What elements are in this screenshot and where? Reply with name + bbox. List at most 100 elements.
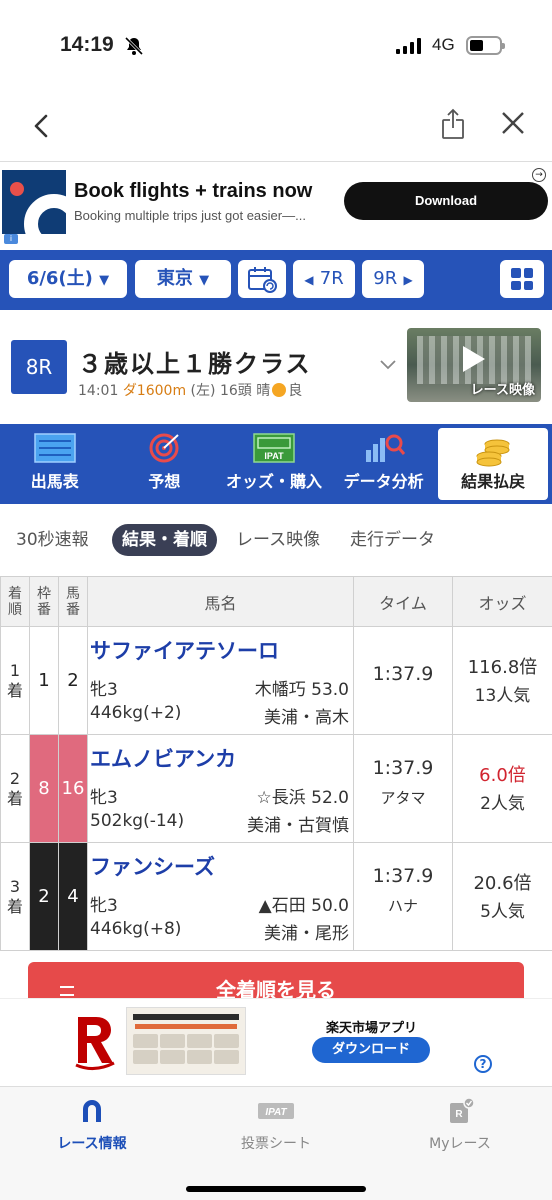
nav-label: 投票シート xyxy=(241,1136,311,1152)
ad-logo xyxy=(2,170,66,234)
network-label: 4G xyxy=(432,35,455,54)
popularity-value: 5人気 xyxy=(480,902,525,922)
close-icon[interactable] xyxy=(500,110,526,136)
target-icon xyxy=(149,433,180,463)
rank-cell: 3着 xyxy=(0,842,30,951)
race-direction: (左) xyxy=(190,383,216,399)
finish-margin: アタマ xyxy=(380,789,426,807)
horse-jockey-weight: 木幡巧 53.0 xyxy=(254,680,349,700)
date-label: 6/6(土) xyxy=(26,268,93,289)
caret-down-icon: ▼ xyxy=(99,273,110,288)
nav-label: Myレース xyxy=(429,1136,491,1152)
tab-prediction[interactable]: 予想 xyxy=(110,424,220,504)
popularity-value: 13人気 xyxy=(474,686,531,706)
horse-trainer: 美浦・古賀慎 xyxy=(247,816,349,836)
frame-cell: 2 xyxy=(29,842,59,951)
horse-name-link[interactable]: ファンシーズ xyxy=(90,851,215,881)
finish-time: 1:37.9 xyxy=(372,663,434,685)
finish-margin: ハナ xyxy=(387,897,418,915)
status-time: 14:19 xyxy=(60,33,114,56)
header-rank: 着順 xyxy=(0,576,30,627)
nav-label: レース情報 xyxy=(57,1136,127,1152)
nav-bet-sheet[interactable]: IPAT 投票シート xyxy=(206,1097,346,1153)
subtab-quick-report[interactable]: 30秒速報 xyxy=(16,524,89,556)
nav-race-info[interactable]: レース情報 xyxy=(22,1097,162,1153)
prev-arrow-icon: ◀ xyxy=(304,273,314,287)
horseshoe-icon xyxy=(83,1100,101,1122)
rakuten-logo xyxy=(75,1017,115,1070)
horse-trainer: 美浦・高木 xyxy=(264,708,349,728)
horse-name-link[interactable]: エムノビアンカ xyxy=(90,743,236,773)
race-distance: ダ1600m xyxy=(122,383,187,399)
table-header-row: 着順 枠番 馬番 馬名 タイム オッズ xyxy=(0,576,552,627)
calendar-button[interactable] xyxy=(238,260,286,298)
status-bar: 14:19 4G xyxy=(0,0,552,90)
date-selector[interactable]: 6/6(土) ▼ xyxy=(9,260,127,298)
rank-suffix: 着 xyxy=(6,897,23,916)
header-char: 枠 xyxy=(37,585,51,602)
venue-selector[interactable]: 東京 ▼ xyxy=(135,260,231,298)
svg-text:R: R xyxy=(455,1109,463,1120)
rank-digit: 3 xyxy=(9,877,21,896)
venue-label: 東京 xyxy=(156,268,193,289)
caret-down-icon: ▼ xyxy=(199,273,210,288)
nav-my-race[interactable]: R Myレース xyxy=(390,1097,530,1153)
bottom-ad-banner[interactable]: 楽天市場アプリ ダウンロード ? xyxy=(0,998,552,1086)
signal-icon xyxy=(396,38,421,54)
race-header: 8R ３歳以上１勝クラス 14:01 ダ1600m (左) 16頭 晴 良 レース… xyxy=(0,318,552,418)
grid-icon xyxy=(511,268,533,290)
table-row: 3着 2 4 ファンシーズ 牝3 ▲石田 50.0 446kg(+8) 美浦・尾… xyxy=(0,842,552,951)
sub-tabs: 30秒速報 結果・着順 レース映像 走行データ xyxy=(0,520,552,560)
number-cell: 4 xyxy=(58,842,88,951)
ad-app-download-button[interactable]: ダウンロード xyxy=(312,1037,430,1063)
prev-race-button[interactable]: ◀ 7R xyxy=(293,260,355,298)
header-frame: 枠番 xyxy=(29,576,59,627)
rank-cell: 2着 xyxy=(0,734,30,843)
horse-name-link[interactable]: サファイアテソーロ xyxy=(90,635,279,665)
horse-trainer: 美浦・尾形 xyxy=(264,924,349,944)
tab-race-card[interactable]: 出馬表 xyxy=(0,424,110,504)
battery-icon xyxy=(466,36,505,55)
coins-icon xyxy=(476,439,510,467)
table-row: 1着 1 2 サファイアテソーロ 牝3 木幡巧 53.0 446kg(+2) 美… xyxy=(0,626,552,735)
ad-arrow-icon[interactable]: → xyxy=(532,168,546,182)
top-ad-banner[interactable]: i Book flights + trains now Booking mult… xyxy=(0,164,552,246)
race-track: 良 xyxy=(288,383,303,399)
tab-results-payout[interactable]: 結果払戻 xyxy=(438,428,548,500)
time-cell: 1:37.9 ハナ xyxy=(353,842,453,951)
tab-data-analysis[interactable]: データ分析 xyxy=(329,424,439,504)
odds-value: 116.8倍 xyxy=(467,657,538,678)
subtab-results[interactable]: 結果・着順 xyxy=(112,524,217,556)
header-char: 番 xyxy=(66,601,80,618)
header-char: 番 xyxy=(37,601,51,618)
help-icon[interactable]: ? xyxy=(474,1055,492,1073)
time-cell: 1:37.9 アタマ xyxy=(353,734,453,843)
subtab-running-data[interactable]: 走行データ xyxy=(350,524,435,556)
list-icon xyxy=(60,986,74,996)
ad-subtitle: Booking multiple trips just got easier—.… xyxy=(74,208,306,223)
ad-download-button[interactable]: Download xyxy=(344,182,548,220)
rank-cell: 1着 xyxy=(0,626,30,735)
share-icon[interactable] xyxy=(440,108,466,140)
horse-body-weight: 502kg(-14) xyxy=(90,811,185,831)
race-video-thumbnail[interactable]: レース映像 xyxy=(407,328,541,402)
popularity-value: 2人気 xyxy=(480,794,525,814)
subtab-race-video[interactable]: レース映像 xyxy=(236,524,320,556)
header-time: タイム xyxy=(353,576,453,627)
rank-suffix: 着 xyxy=(6,681,23,700)
odds-value: 6.0倍 xyxy=(479,765,526,786)
rank-digit: 1 xyxy=(9,661,21,680)
svg-text:IPAT: IPAT xyxy=(264,451,284,461)
svg-text:IPAT: IPAT xyxy=(265,1107,287,1118)
menu-grid-button[interactable] xyxy=(500,260,544,298)
horse-cell: サファイアテソーロ 牝3 木幡巧 53.0 446kg(+2) 美浦・高木 xyxy=(87,626,354,735)
chart-search-icon xyxy=(365,434,405,462)
ad-info-icon[interactable]: i xyxy=(4,234,18,244)
ad-app-title: 楽天市場アプリ xyxy=(326,1021,418,1036)
race-meta: 14:01 ダ1600m (左) 16頭 晴 良 xyxy=(78,380,302,400)
horse-sex-age: 牝3 xyxy=(90,680,118,700)
next-race-button[interactable]: 9R ▶ xyxy=(362,260,424,298)
expand-chevron-icon[interactable] xyxy=(380,360,396,370)
back-chevron-icon[interactable] xyxy=(30,112,54,140)
tab-odds-purchase[interactable]: IPAT オッズ・購入 xyxy=(219,424,329,504)
